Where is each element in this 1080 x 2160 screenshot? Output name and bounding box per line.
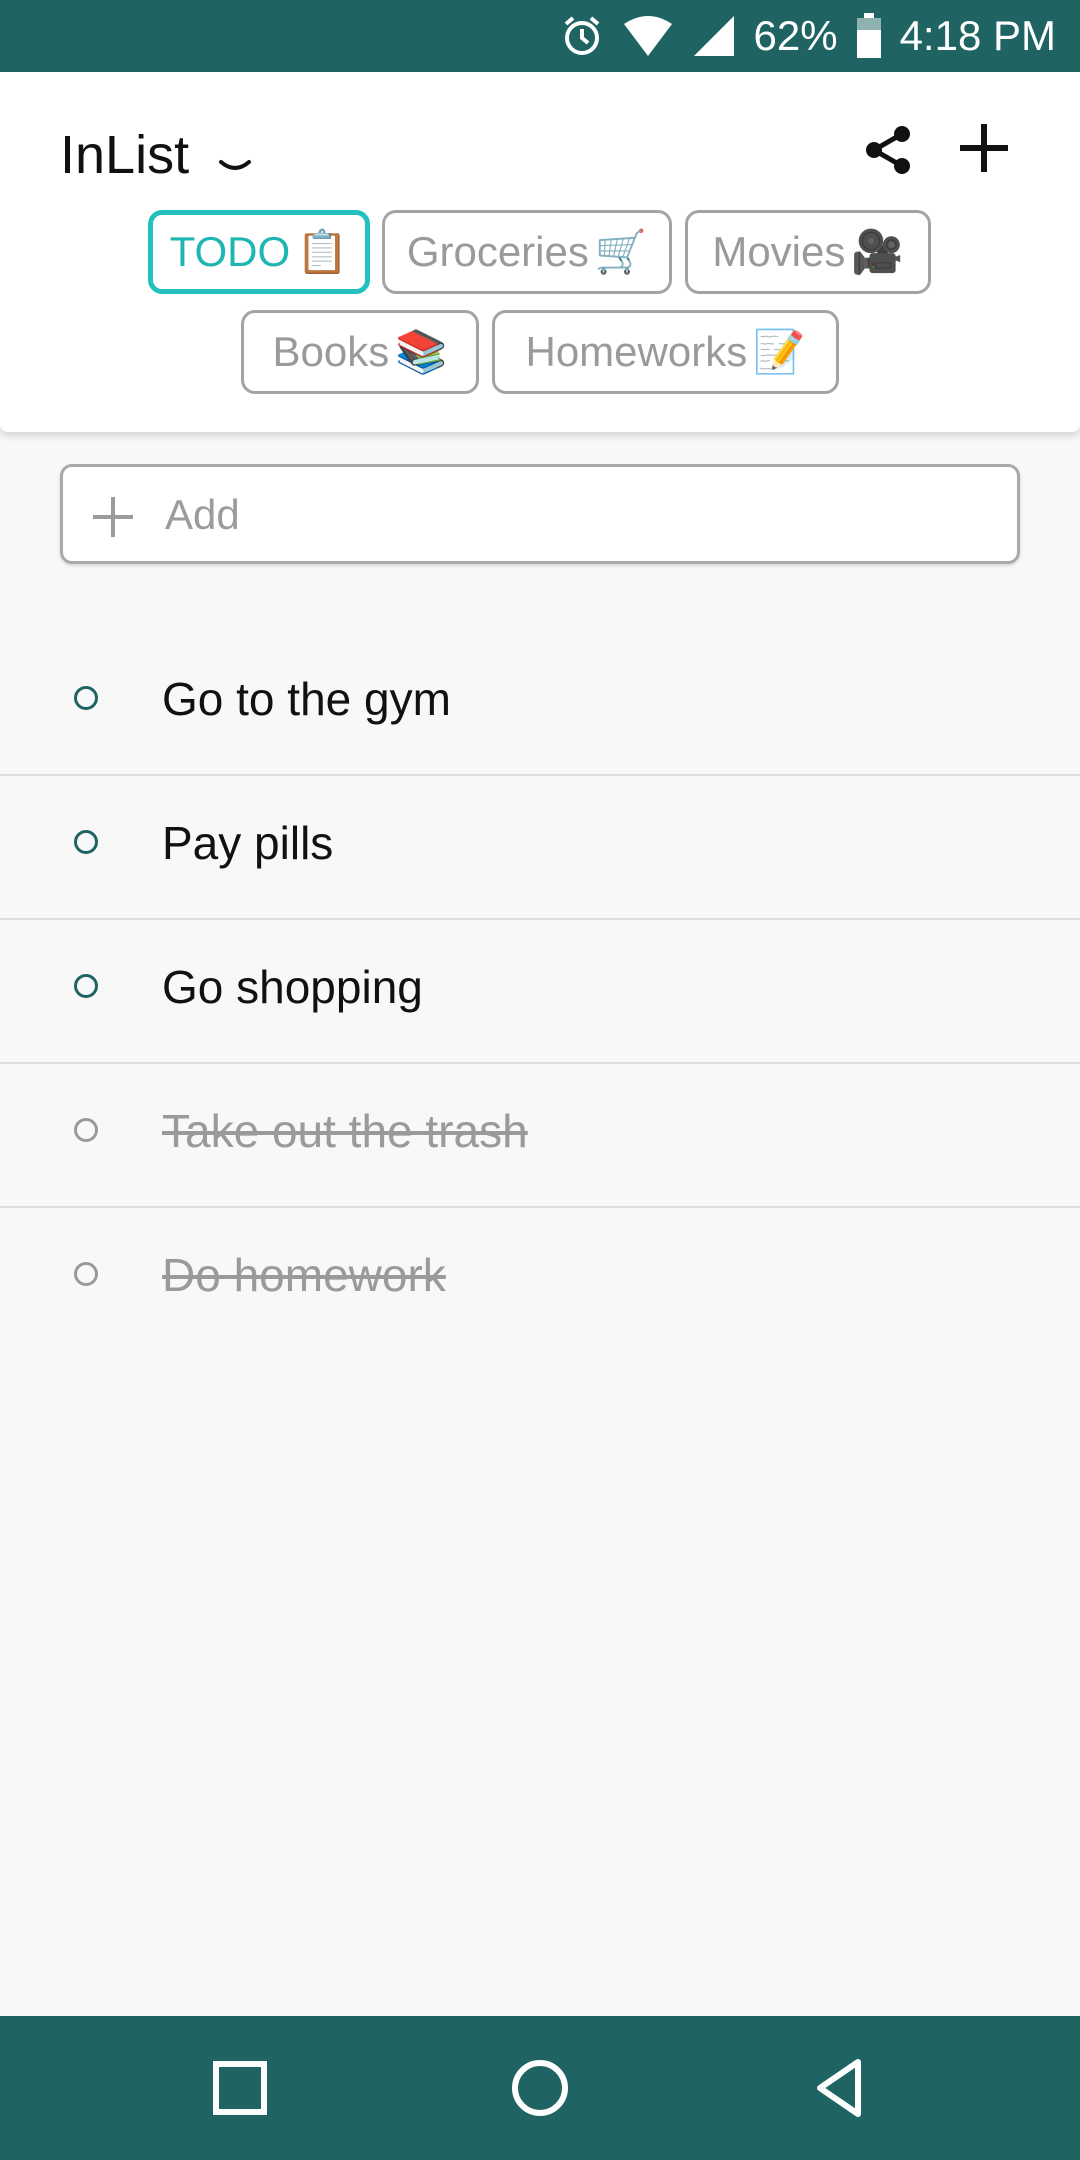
books-icon: 📚 [395,327,448,375]
recents-button[interactable] [208,2056,272,2120]
chevron-down-icon [217,137,253,173]
tab-groceries[interactable]: Groceries 🛒 [382,210,672,294]
clock: 4:18 PM [899,12,1056,59]
checkbox-icon[interactable] [74,1118,98,1142]
tab-label: Books [272,328,390,375]
signal-icon [692,14,736,58]
home-circle-icon [508,2060,572,2124]
checkbox-icon[interactable] [74,1262,98,1286]
tab-label: Movies [712,228,846,275]
plus-icon [89,493,137,541]
checkbox-icon[interactable] [74,830,98,854]
cart-icon: 🛒 [594,227,648,275]
wifi-icon [622,16,674,56]
checkbox-icon[interactable] [74,686,98,710]
plus-icon [958,124,1010,182]
list-item-text: Pay pills [162,817,334,869]
app-title: InList [60,125,190,185]
add-list-button[interactable] [958,118,1010,178]
share-button[interactable] [862,124,914,176]
home-button[interactable] [508,2056,572,2120]
recents-square-icon [208,2061,272,2124]
add-item-input[interactable]: Add [60,464,1020,564]
list-item-completed[interactable]: Do homework [0,1208,1080,1352]
tab-label: Groceries [406,228,589,275]
list-item-text: Go to the gym [162,673,451,725]
list-item[interactable]: Pay pills [0,776,1080,920]
tab-label: Homeworks [525,328,748,375]
navigation-bar [0,2016,1080,2160]
back-triangle-icon [808,2059,872,2124]
battery-percent: 62% [753,12,838,59]
memo-icon: 📝 [753,327,806,375]
tab-label: TODO [169,228,291,275]
movie-camera-icon: 🎥 [851,227,904,275]
checkbox-icon[interactable] [74,974,98,998]
list-item[interactable]: Go shopping [0,920,1080,1064]
back-button[interactable] [808,2056,872,2120]
list-item-completed[interactable]: Take out the trash [0,1064,1080,1208]
alarm-icon [560,14,604,58]
tab-movies[interactable]: Movies 🎥 [685,210,931,294]
header: InList TODO 📋 Groceries 🛒 Movies 🎥 Books… [0,72,1080,432]
status-icons: 62% 4:18 PM [560,0,1056,72]
battery-icon [856,13,882,59]
list-item-text: Do homework [162,1249,446,1301]
tab-todo[interactable]: TODO 📋 [148,210,370,294]
add-placeholder: Add [165,491,240,538]
list-item-text: Take out the trash [162,1105,528,1157]
status-bar: 62% 4:18 PM [0,0,1080,72]
list-item-text: Go shopping [162,961,423,1013]
list-item[interactable]: Go to the gym [0,632,1080,776]
share-icon [862,126,914,180]
tab-books[interactable]: Books 📚 [241,310,479,394]
clipboard-icon: 📋 [296,227,349,275]
list-selector[interactable]: InList [60,124,253,186]
tab-homeworks[interactable]: Homeworks 📝 [492,310,839,394]
